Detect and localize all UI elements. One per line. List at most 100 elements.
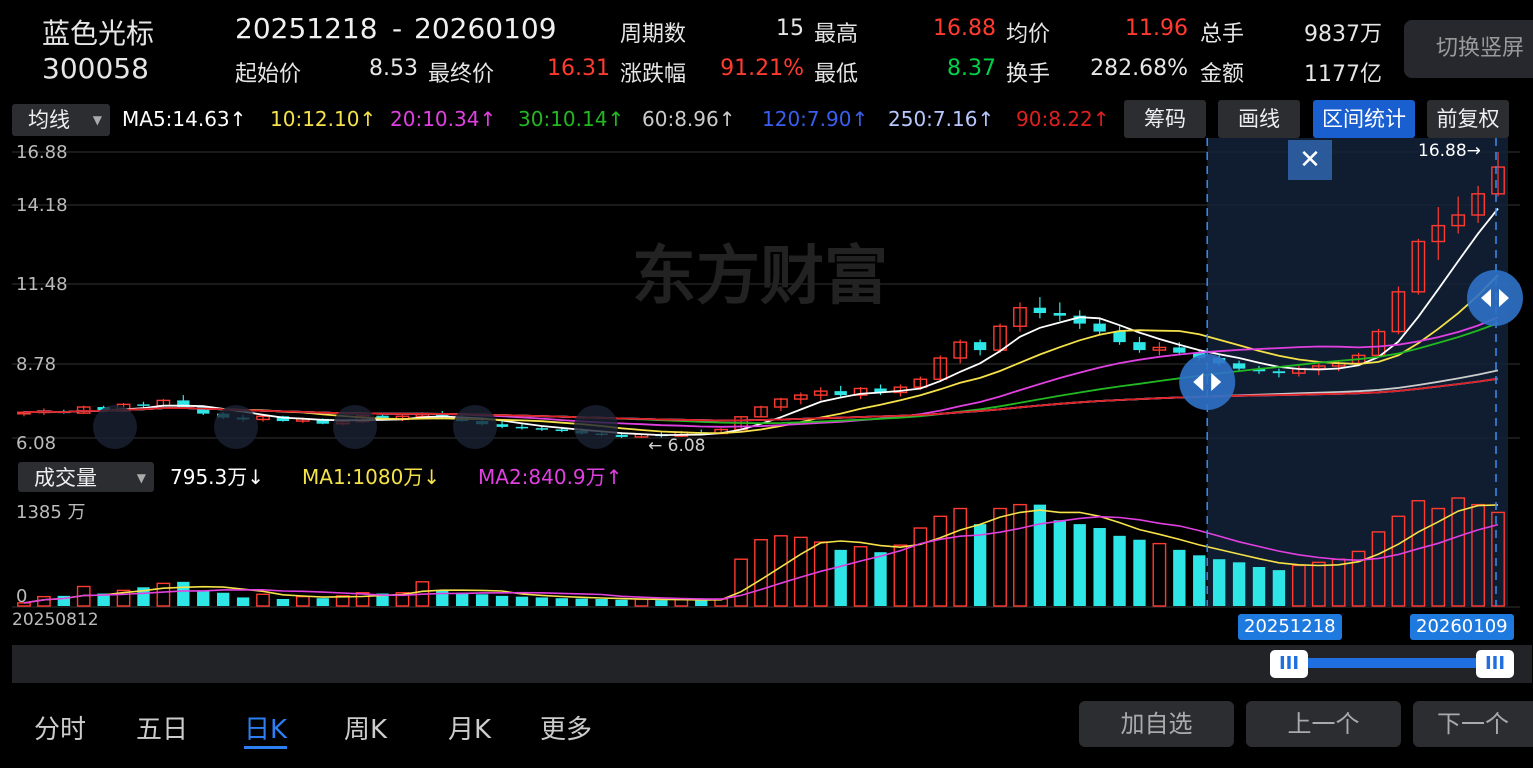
volume-indicator-select[interactable]: 成交量 ▼ bbox=[18, 462, 154, 492]
first-date-label: 20250812 bbox=[12, 610, 99, 630]
range-drag-handle bbox=[1179, 354, 1236, 410]
volume-bar bbox=[695, 600, 708, 606]
candle-body bbox=[615, 434, 628, 437]
avg-label: 均价 bbox=[1006, 22, 1051, 47]
volume-bar bbox=[615, 599, 628, 606]
volume-bar bbox=[813, 541, 828, 607]
price-axis-label: 11.48 bbox=[16, 274, 68, 295]
volume-bar bbox=[316, 598, 329, 606]
high-marker: 16.88→ bbox=[1418, 141, 1481, 161]
volume-bar bbox=[953, 507, 968, 607]
volume-bar bbox=[634, 598, 649, 607]
volume-bar bbox=[456, 592, 469, 606]
nav-bubble bbox=[453, 405, 497, 449]
avg-value: 11.96 bbox=[1125, 16, 1188, 41]
volume-indicator-label: 成交量 bbox=[34, 466, 97, 490]
tab-weekly-k[interactable]: 周K bbox=[344, 709, 387, 746]
volume-bar bbox=[893, 544, 908, 607]
range-start-tag: 20251218 bbox=[1238, 614, 1342, 640]
volume-bar bbox=[853, 546, 868, 607]
range-separator: - bbox=[392, 12, 403, 45]
ma-legend-item: 20:10.34↑ bbox=[390, 107, 497, 131]
volume-bar bbox=[1252, 567, 1266, 606]
volume-bar bbox=[874, 552, 887, 606]
chevron-down-icon: ▼ bbox=[136, 471, 146, 485]
nav-bubble bbox=[214, 405, 258, 449]
volume-bar bbox=[655, 600, 668, 606]
ma-legend-item: 60:8.96↑ bbox=[642, 107, 736, 131]
selected-range-bar bbox=[1290, 658, 1496, 668]
indicator-select-label: 均线 bbox=[28, 108, 70, 132]
price-axis-label: 8.78 bbox=[16, 354, 57, 375]
volume-axis-zero: 0 bbox=[16, 586, 28, 607]
high-label: 最高 bbox=[814, 22, 859, 47]
volume-bar bbox=[1212, 559, 1226, 606]
candle-body bbox=[1272, 371, 1286, 374]
start-price-value: 8.53 bbox=[369, 56, 418, 81]
candle-body bbox=[834, 391, 847, 396]
range-end-tag: 20260109 bbox=[1410, 614, 1514, 640]
chips-button[interactable]: 筹码 bbox=[1124, 100, 1206, 138]
range-start-handle[interactable]: III bbox=[1270, 650, 1308, 678]
volume-bar bbox=[256, 593, 270, 607]
total-volume-label: 总手 bbox=[1200, 22, 1245, 47]
volume-value: 795.3万↓ bbox=[170, 465, 265, 489]
price-adjust-button[interactable]: 前复权 bbox=[1427, 100, 1509, 138]
ma-legend-item: MA5:14.63↑ bbox=[122, 107, 247, 131]
next-stock-button[interactable]: 下一个 bbox=[1413, 701, 1533, 747]
price-axis-label: 6.08 bbox=[16, 433, 57, 454]
ma-legend-item: 90:8.22↑ bbox=[1016, 107, 1110, 131]
summary-header: 蓝色光标 300058 20251218 - 20260109 周期数 15 最… bbox=[0, 0, 1533, 98]
start-price-label: 起始价 bbox=[235, 62, 302, 87]
volume-bar bbox=[1133, 539, 1146, 606]
volume-bar bbox=[1073, 524, 1086, 606]
range-end-date: 20260109 bbox=[414, 12, 557, 45]
candle-body bbox=[535, 428, 549, 430]
candle-body bbox=[1033, 307, 1047, 314]
tab-monthly-k[interactable]: 月K bbox=[448, 709, 491, 746]
volume-bar bbox=[276, 598, 290, 606]
indicator-select[interactable]: 均线 ▼ bbox=[12, 104, 110, 136]
volume-bar bbox=[177, 581, 190, 606]
ma-legend-item: 120:7.90↑ bbox=[762, 107, 869, 131]
volume-bar bbox=[295, 595, 310, 607]
tab-daily-k[interactable]: 日K bbox=[244, 709, 288, 749]
add-watchlist-button[interactable]: 加自选 bbox=[1079, 701, 1234, 747]
volume-bar bbox=[535, 597, 549, 606]
volume-bar bbox=[1193, 555, 1206, 606]
tab-intraday[interactable]: 分时 bbox=[34, 709, 86, 746]
range-stats-button[interactable]: 区间统计 bbox=[1313, 100, 1415, 138]
nav-bubble bbox=[333, 405, 377, 449]
draw-line-button[interactable]: 画线 bbox=[1218, 100, 1300, 138]
prev-stock-button[interactable]: 上一个 bbox=[1246, 701, 1401, 747]
end-price-label: 最终价 bbox=[428, 62, 495, 87]
tab-five-day[interactable]: 五日 bbox=[136, 709, 188, 746]
low-value: 8.37 bbox=[947, 56, 996, 81]
volume-bar bbox=[515, 596, 529, 606]
candle-body bbox=[973, 342, 987, 351]
volume-bar bbox=[754, 539, 768, 607]
range-start-date: 20251218 bbox=[235, 12, 378, 45]
volume-bar bbox=[495, 595, 509, 606]
volume-bar bbox=[197, 590, 210, 606]
change-label: 涨跌幅 bbox=[620, 62, 687, 87]
range-end-handle[interactable]: III bbox=[1476, 650, 1514, 678]
nav-bubble bbox=[93, 405, 137, 449]
candle-body bbox=[1232, 363, 1246, 369]
close-range-button[interactable]: ✕ bbox=[1288, 140, 1332, 180]
period-label: 周期数 bbox=[620, 22, 687, 47]
tab-more[interactable]: 更多 bbox=[540, 709, 592, 746]
volume-bar bbox=[933, 515, 948, 607]
ma-legend-item: 30:10.14↑ bbox=[518, 107, 625, 131]
watermark: 东方财富 bbox=[632, 240, 888, 314]
high-value: 16.88 bbox=[933, 16, 996, 41]
volume-bar bbox=[475, 594, 489, 606]
volume-bar bbox=[1152, 542, 1167, 607]
volume-bar bbox=[774, 535, 788, 607]
candle-body bbox=[1113, 331, 1126, 343]
kline-chart[interactable]: 东方财富 bbox=[0, 138, 1533, 613]
volume-bar bbox=[1272, 570, 1286, 606]
nav-bubble bbox=[574, 405, 618, 449]
stock-code: 300058 bbox=[42, 52, 149, 85]
switch-portrait-button[interactable]: 切换竖屏 bbox=[1404, 20, 1533, 78]
